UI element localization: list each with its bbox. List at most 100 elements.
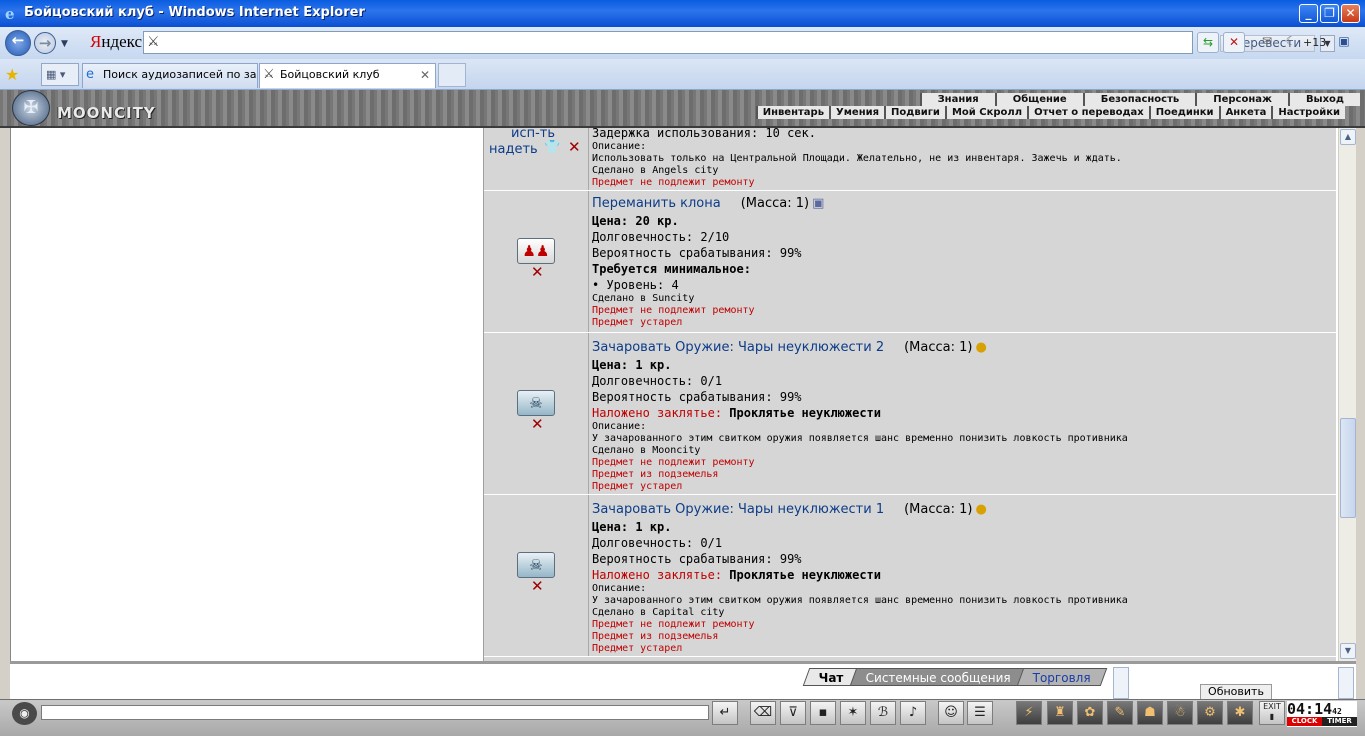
- item-chance: Вероятность срабатывания: 99%: [592, 246, 802, 260]
- item-spell: Наложено заклятье: Проклятье неуклюжести: [592, 568, 881, 582]
- menu-character[interactable]: Персонаж: [1195, 93, 1288, 106]
- item-chance: Вероятность срабатывания: 99%: [592, 552, 802, 566]
- delete-item-icon[interactable]: ✕: [531, 263, 544, 281]
- submenu-profile[interactable]: Анкета: [1218, 106, 1272, 119]
- fighter-icon[interactable]: ✶: [840, 701, 866, 725]
- notifications-count[interactable]: +13: [1303, 36, 1326, 49]
- item-name-link[interactable]: Переманить клона: [592, 196, 721, 211]
- main-menu: Знания Общение Безопасность Персонаж Вых…: [919, 93, 1360, 106]
- exit-icon[interactable]: EXIT ▮: [1259, 701, 1285, 725]
- history-dropdown-icon[interactable]: ▼: [61, 39, 68, 49]
- extension-icon[interactable]: ▣: [1333, 32, 1355, 53]
- item-price: Цена: 1 кр.: [592, 358, 672, 372]
- action-icon-8[interactable]: ✱: [1227, 701, 1253, 725]
- shirt-icon: 👕: [544, 140, 561, 155]
- chat-scrollbar[interactable]: [1113, 667, 1129, 699]
- submenu-fights[interactable]: Поединки: [1148, 106, 1219, 119]
- submenu-feats[interactable]: Подвиги: [884, 106, 945, 119]
- item-outdated: Предмет устарел: [592, 643, 683, 654]
- save-icon[interactable]: ▪: [810, 701, 836, 725]
- submenu-my-scroll[interactable]: Мой Скролл: [944, 106, 1027, 119]
- menu-knowledge[interactable]: Знания: [919, 93, 995, 106]
- smiley-icon[interactable]: ☺: [938, 701, 964, 725]
- clock-labels: CLOCK TIMER: [1287, 717, 1357, 726]
- close-window-button[interactable]: ✕: [1341, 4, 1360, 23]
- scroll-up-button[interactable]: ▲: [1340, 129, 1356, 145]
- chat-list-scrollbar[interactable]: [1338, 667, 1354, 699]
- item-description: Задержка использования: 10 сек. Описание…: [592, 128, 1332, 189]
- submenu-skills[interactable]: Умения: [829, 106, 884, 119]
- swords-icon: ⚔: [147, 34, 160, 50]
- translit-icon[interactable]: ℬ: [870, 701, 896, 725]
- item-name-link[interactable]: Зачаровать Оружие: Чары неуклюжести 2: [592, 340, 884, 355]
- action-icon-5[interactable]: ☗: [1137, 701, 1163, 725]
- chat-tabs: Чат Системные сообщения Торговля: [802, 668, 1107, 686]
- clone-scroll-icon[interactable]: ♟♟: [517, 238, 555, 264]
- mail-icon[interactable]: ✉: [1256, 32, 1278, 53]
- swords-icon: ⚔: [263, 67, 275, 82]
- submenu-transfer-report[interactable]: Отчет о переводах: [1027, 106, 1149, 119]
- menu-security[interactable]: Безопасность: [1082, 93, 1196, 106]
- action-icon-3[interactable]: ✿: [1077, 701, 1103, 725]
- restore-button[interactable]: ❐: [1320, 4, 1339, 23]
- minimize-button[interactable]: _: [1299, 4, 1318, 23]
- action-icon-2[interactable]: ♜: [1047, 701, 1073, 725]
- eraser-icon[interactable]: ⌫: [750, 701, 776, 725]
- scroll-thumb[interactable]: [1340, 418, 1356, 518]
- item-line: Предмет не подлежит ремонту: [592, 177, 755, 188]
- forward-button[interactable]: →: [34, 32, 56, 54]
- action-icon-7[interactable]: ⚙: [1197, 701, 1223, 725]
- wear-item-link[interactable]: надеть: [489, 142, 538, 157]
- window-title: Бойцовский клуб - Windows Internet Explo…: [24, 5, 365, 20]
- tab-fight-club[interactable]: ⚔ Бойцовский клуб ✕: [259, 63, 436, 88]
- action-icon-4[interactable]: ✎: [1107, 701, 1133, 725]
- filter-icon[interactable]: ⊽: [780, 701, 806, 725]
- stop-icon[interactable]: ✕: [1223, 32, 1245, 53]
- item-desc: У зачарованного этим свитком оружия появ…: [592, 433, 1128, 444]
- item-level-requirement: • Уровень: 4: [592, 278, 679, 292]
- content-scrollbar[interactable]: ▲ ▼: [1338, 128, 1356, 661]
- item-mass: (Масса: 1): [904, 502, 973, 517]
- menu-exit[interactable]: Выход: [1287, 93, 1360, 106]
- enter-icon[interactable]: ↵: [712, 701, 738, 725]
- item-icon-cell: ♟♟ ✕: [484, 191, 589, 332]
- submenu-settings[interactable]: Настройки: [1271, 106, 1345, 119]
- close-tab-icon[interactable]: ✕: [420, 64, 430, 86]
- enchant-scroll-icon[interactable]: ☠: [517, 552, 555, 578]
- refresh-icon[interactable]: ⇆: [1197, 32, 1219, 53]
- item-name-link[interactable]: Зачаровать Оружие: Чары неуклюжести 1: [592, 502, 884, 517]
- mooncity-emblem-icon: ✠: [12, 90, 50, 126]
- tab-trade[interactable]: Торговля: [1016, 668, 1107, 686]
- action-icon-6[interactable]: ☃: [1167, 701, 1193, 725]
- chat-input[interactable]: [41, 705, 709, 720]
- scroll-down-button[interactable]: ▼: [1340, 643, 1356, 659]
- url-input[interactable]: ⚔ Перевести ▼: [143, 31, 1335, 54]
- quick-tabs-button[interactable]: ▦ ▾: [41, 63, 79, 86]
- tab-system-messages[interactable]: Системные сообщения: [849, 668, 1027, 686]
- new-tab-button[interactable]: [438, 63, 466, 87]
- game-logo: MOONCITY: [57, 104, 156, 122]
- submenu-inventory[interactable]: Инвентарь: [755, 106, 829, 119]
- moon-icon[interactable]: ☾: [1280, 32, 1302, 53]
- inventory-row: исп-ть надеть 👕 ✕ Задержка использования…: [484, 128, 1337, 191]
- tab-label: Поиск аудиозаписей по зап...: [103, 68, 258, 81]
- item-from-dungeon: Предмет из подземелья: [592, 469, 719, 480]
- favorites-star-icon[interactable]: ★: [5, 65, 19, 84]
- menu-communication[interactable]: Общение: [994, 93, 1083, 106]
- music-icon[interactable]: ♪: [900, 701, 926, 725]
- refresh-button[interactable]: Обновить: [1200, 684, 1272, 700]
- item-no-repair: Предмет не подлежит ремонту: [592, 619, 755, 630]
- delete-item-icon[interactable]: ✕: [531, 577, 544, 595]
- item-description: Зачаровать Оружие: Чары неуклюжести 2 (Ма…: [592, 339, 1332, 493]
- tab-audio-search[interactable]: e Поиск аудиозаписей по зап...: [82, 63, 258, 88]
- speaker-icon[interactable]: ◉: [12, 702, 37, 725]
- delete-item-icon[interactable]: ✕: [568, 138, 581, 156]
- delete-item-icon[interactable]: ✕: [531, 415, 544, 433]
- back-button[interactable]: ←: [5, 30, 31, 56]
- action-icon-1[interactable]: ⚡: [1016, 701, 1042, 725]
- enchant-scroll-icon[interactable]: ☠: [517, 390, 555, 416]
- timer-label[interactable]: TIMER: [1322, 717, 1357, 726]
- yandex-logo[interactable]: Яндекс: [90, 32, 142, 52]
- clock-label[interactable]: CLOCK: [1287, 717, 1322, 726]
- chat-settings-icon[interactable]: ☰: [967, 701, 993, 725]
